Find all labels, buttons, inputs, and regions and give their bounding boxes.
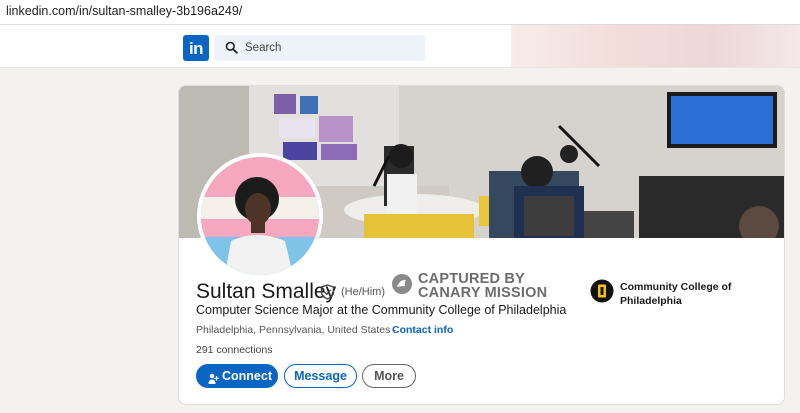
contact-info-link[interactable]: Contact info	[392, 324, 453, 336]
connect-label: Connect	[222, 369, 272, 383]
profile-name: Sultan Smalley	[196, 280, 337, 303]
connections-count[interactable]: 291 connections	[196, 344, 272, 356]
browser-address-bar[interactable]: linkedin.com/in/sultan-smalley-3b196a249…	[0, 0, 800, 25]
verified-shield-icon[interactable]	[320, 284, 335, 305]
location-text: Philadelphia, Pennsylvania, United State…	[196, 324, 391, 336]
watermark-line-1: CAPTURED BY	[418, 271, 525, 287]
search-placeholder: Search	[245, 42, 282, 54]
address-url[interactable]: linkedin.com/in/sultan-smalley-3b196a249…	[6, 4, 242, 18]
profile-photo[interactable]	[197, 153, 323, 279]
pronouns: (He/Him)	[341, 286, 385, 298]
message-button[interactable]: Message	[284, 364, 357, 388]
header-background-fade	[511, 25, 800, 67]
canary-bird-icon	[391, 273, 413, 300]
school-name[interactable]: Community College of Philadelphia	[620, 280, 760, 308]
search-icon	[225, 41, 238, 59]
profile-location: Philadelphia, Pennsylvania, United State…	[196, 324, 397, 336]
school-logo-icon[interactable]	[590, 279, 614, 308]
connect-button[interactable]: Connect	[196, 364, 278, 388]
watermark-line-2: CANARY MISSION	[418, 285, 548, 301]
linkedin-logo[interactable]: in	[183, 35, 209, 61]
more-button[interactable]: More	[362, 364, 416, 388]
canary-mission-watermark: CAPTURED BY CANARY MISSION	[418, 271, 548, 301]
add-person-icon	[208, 370, 219, 392]
profile-headline: Computer Science Major at the Community …	[196, 303, 567, 317]
search-input[interactable]: Search	[214, 35, 425, 61]
